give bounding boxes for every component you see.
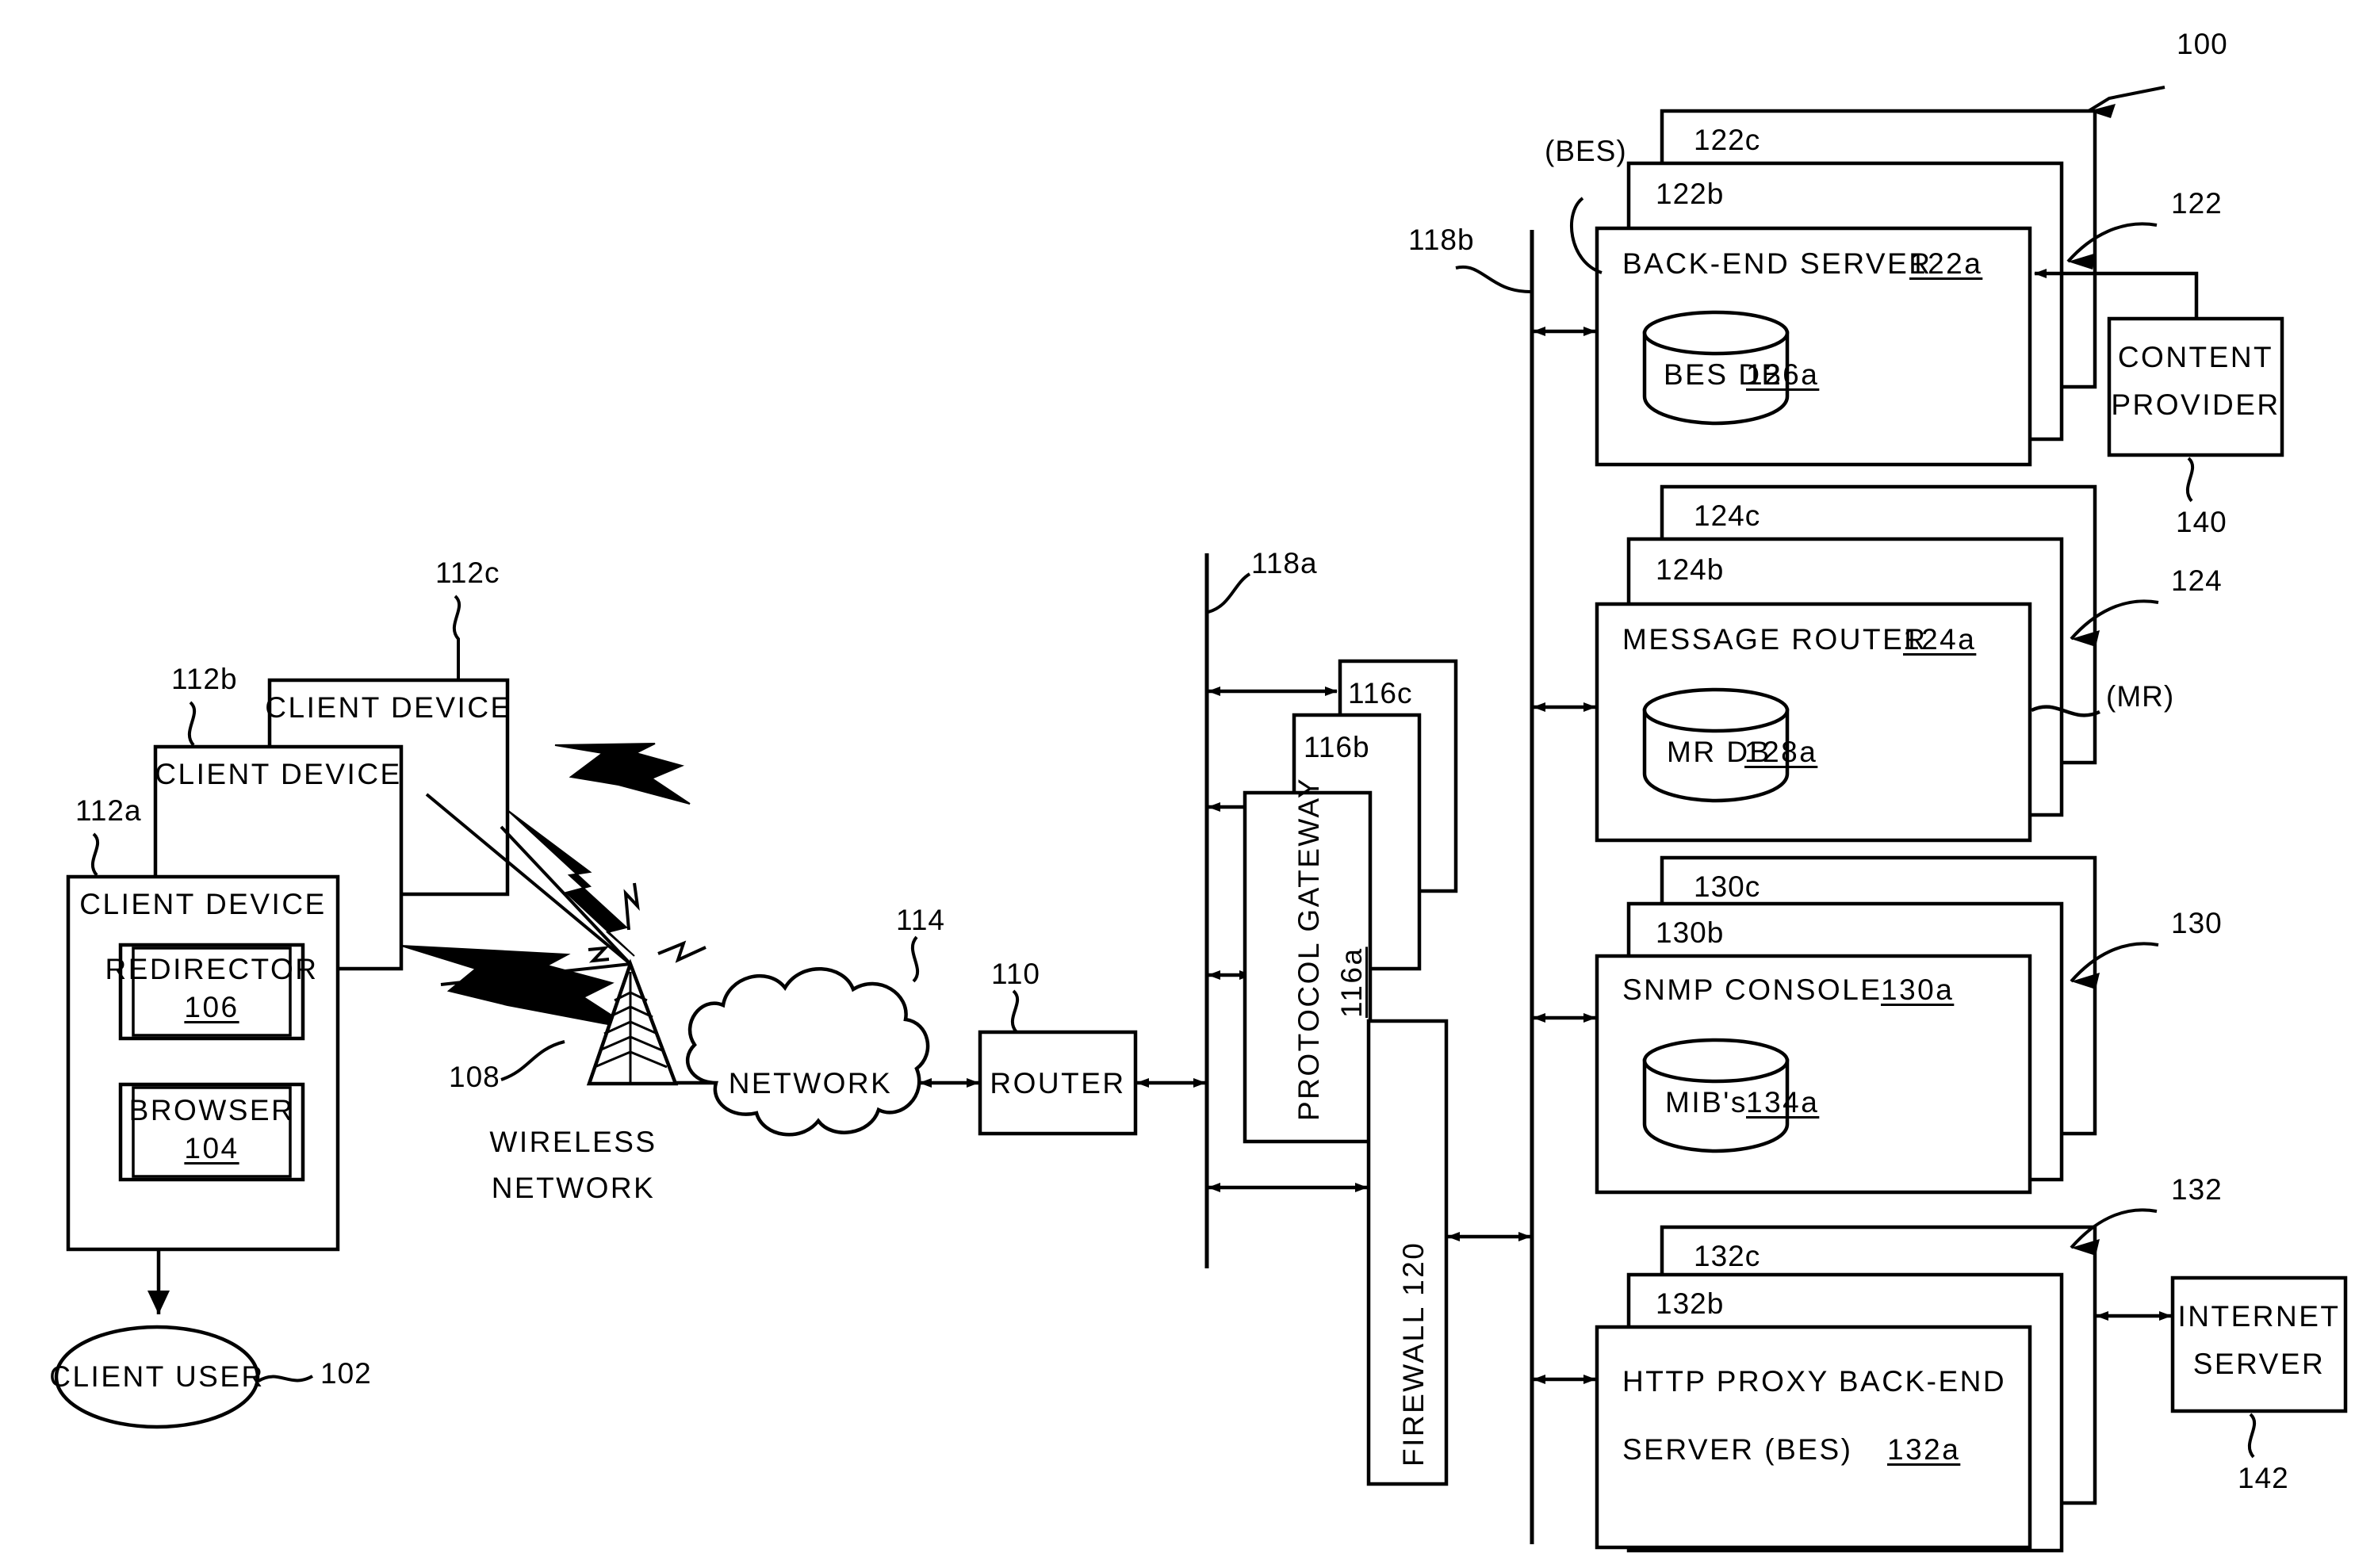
redirector-ref: 106 [184,991,239,1023]
http-proxy-ref-132a: 132a [1887,1433,1961,1466]
internet-server-ref-142: 142 [2238,1462,2289,1494]
content-provider-line1: CONTENT [2117,341,2274,373]
bes-stack-ref-122c: 122c [1694,124,1761,156]
mibs-db-ref-134a: 134a [1746,1086,1820,1119]
http-proxy-title-line2: SERVER (BES) [1622,1433,1853,1466]
proxy-group-ref-132: 132 [2171,1173,2223,1206]
bes-stack-ref-122b: 122b [1656,178,1725,210]
protocol-gateway-ref-116c: 116c [1348,677,1413,709]
redirector-label: REDIRECTOR [105,953,319,985]
content-provider-ref-140: 140 [2176,506,2227,538]
bus-ref-118b: 118b [1408,224,1475,256]
back-end-server-ref-122a: 122a [1909,247,1983,280]
wireless-network-label-line1: WIRELESS [489,1126,657,1158]
protocol-gateway-ref-116a: 116a [1335,947,1368,1018]
protocol-gateway-ref-116b: 116b [1304,731,1370,763]
bus-ref-118a: 118a [1251,547,1318,579]
bes-db-ref-126a: 126a [1746,358,1820,391]
snmp-console-ref-130a: 130a [1881,973,1955,1006]
client-device-ref-112b: 112b [171,663,238,695]
mibs-db-label: MIB's [1665,1086,1748,1119]
mr-db-ref-128a: 128a [1744,736,1818,768]
firewall-label: FIREWALL 120 [1397,1241,1430,1467]
client-device-ref-112c: 112c [435,556,500,589]
network-cloud-label: NETWORK [728,1067,893,1100]
snmp-console-title: SNMP CONSOLE [1622,973,1882,1006]
snmp-stack-ref-130c: 130c [1694,870,1761,903]
network-cloud-ref-114: 114 [896,904,945,936]
proxy-stack-ref-132c: 132c [1694,1240,1761,1272]
message-router-ref-124a: 124a [1903,623,1977,656]
router-label: ROUTER [990,1067,1126,1100]
wireless-network-label-line2: NETWORK [491,1172,656,1204]
proxy-stack-ref-132b: 132b [1656,1287,1725,1320]
client-device-label-c: CLIENT DEVICE [265,691,512,724]
content-provider-line2: PROVIDER [2111,388,2280,421]
client-user-ref-102: 102 [320,1357,372,1390]
system-ref-100: 100 [2177,28,2228,60]
client-device-label-a: CLIENT DEVICE [79,888,327,920]
client-user-label: CLIENT USER [49,1360,265,1393]
mr-stack-ref-124c: 124c [1694,499,1761,532]
bes-group-ref-122: 122 [2171,187,2223,220]
patent-figure-canvas: 100 112a 112b 112c CLIENT DEVICE CLIENT … [0,0,2378,1568]
client-device-ref-112a: 112a [75,794,142,827]
internet-server-line1: INTERNET [2177,1300,2341,1333]
back-end-server-title: BACK-END SERVER [1622,247,1932,280]
browser-ref: 104 [184,1132,239,1165]
browser-label: BROWSER [128,1094,295,1126]
message-router-title: MESSAGE ROUTER [1622,623,1928,656]
bes-tag: (BES) [1545,135,1627,167]
mr-group-ref-124: 124 [2171,564,2223,597]
http-proxy-title-line1: HTTP PROXY BACK-END [1622,1365,2007,1398]
snmp-group-ref-130: 130 [2171,907,2223,939]
router-ref-110: 110 [991,958,1040,990]
mr-stack-ref-124b: 124b [1656,553,1725,586]
mr-tag: (MR) [2106,680,2175,713]
snmp-stack-ref-130b: 130b [1656,916,1725,949]
internet-server-line2: SERVER [2192,1348,2326,1380]
protocol-gateway-label: PROTOCOL GATEWAY [1292,776,1325,1121]
client-device-label-b: CLIENT DEVICE [155,758,402,790]
wireless-network-ref-108: 108 [449,1061,500,1093]
